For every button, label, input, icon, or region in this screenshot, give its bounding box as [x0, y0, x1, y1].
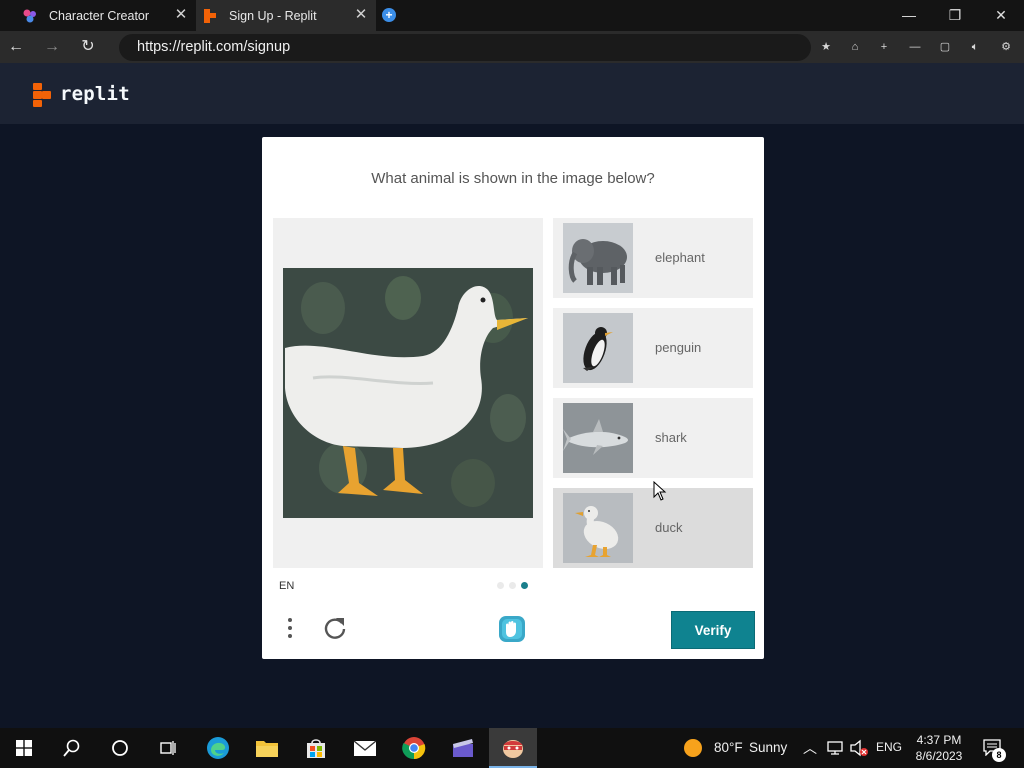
replit-favicon-icon: [204, 8, 216, 23]
search-icon: [63, 739, 80, 757]
tab-title: Sign Up - Replit: [229, 8, 317, 23]
task-view-icon: [160, 741, 176, 755]
page-dot: [497, 582, 504, 589]
action-center[interactable]: 8: [982, 738, 1006, 762]
home-icon[interactable]: ⌂: [847, 39, 863, 55]
edge-icon: [207, 737, 229, 759]
taskbar-store[interactable]: [292, 728, 340, 768]
favorite-star-icon[interactable]: ★: [818, 39, 834, 55]
verify-button[interactable]: Verify: [671, 611, 755, 649]
weather-temp[interactable]: 80°F: [714, 740, 743, 755]
captcha-card: What animal is shown in the image below?: [262, 137, 764, 659]
input-language[interactable]: ENG: [876, 740, 902, 754]
character-face-icon: [503, 740, 523, 758]
back-icon[interactable]: ←: [6, 37, 26, 57]
folder-icon: [256, 741, 278, 757]
show-hidden-icons-icon[interactable]: ︿: [803, 738, 817, 758]
clock-date: 8/6/2023: [915, 749, 963, 763]
volume-muted-icon[interactable]: [849, 739, 869, 757]
weather-condition[interactable]: Sunny: [749, 740, 787, 755]
windows-taskbar: 80°F Sunny ︿ ENG 4:37 PM 8/6/2023 8: [0, 728, 1024, 768]
page-dot: [509, 582, 516, 589]
character-creator-favicon-icon: [23, 9, 36, 22]
page-dot-active: [521, 582, 528, 589]
replit-logo-icon[interactable]: [32, 83, 52, 107]
challenge-image-panel: [273, 218, 543, 568]
weather-sun-icon[interactable]: [683, 738, 703, 758]
cortana-button[interactable]: [96, 728, 144, 768]
challenge-image: [283, 268, 533, 518]
windows-logo-icon: [16, 740, 32, 756]
browser-toolbar: ← → ↻ https://replit.com/signup ★ ⌂ + — …: [0, 31, 1024, 63]
add-icon[interactable]: +: [876, 39, 892, 55]
penguin-icon: [563, 313, 633, 383]
shark-icon: [563, 403, 633, 473]
taskbar-character-creator[interactable]: [489, 728, 537, 768]
taskbar-file-explorer[interactable]: [243, 728, 291, 768]
duck-thumbnail: [563, 493, 633, 563]
reload-icon[interactable]: ↻: [78, 37, 98, 57]
penguin-thumbnail: [563, 313, 633, 383]
mouse-cursor-icon: [653, 481, 667, 501]
option-shark[interactable]: shark: [553, 398, 753, 478]
option-label: shark: [655, 430, 687, 445]
close-tab-icon[interactable]: ✕: [354, 7, 368, 22]
taskbar-mail[interactable]: [341, 728, 389, 768]
page-indicator: [497, 582, 528, 589]
browser-tab-bar: Character Creator ✕ Sign Up - Replit ✕ +…: [0, 0, 1024, 31]
mail-icon: [353, 740, 377, 756]
system-clock[interactable]: 4:37 PM 8/6/2023: [906, 732, 972, 764]
forward-icon[interactable]: →: [42, 37, 62, 57]
hcaptcha-logo-icon[interactable]: [495, 612, 529, 646]
refresh-challenge-icon[interactable]: [322, 615, 348, 641]
restore-icon[interactable]: ❐: [932, 0, 978, 31]
tab-sign-up-replit[interactable]: Sign Up - Replit ✕: [196, 0, 376, 31]
address-bar[interactable]: https://replit.com/signup: [119, 34, 811, 61]
taskbar-video-editor[interactable]: [439, 728, 487, 768]
clock-time: 4:37 PM: [916, 733, 962, 747]
square-icon[interactable]: ▢: [937, 39, 953, 55]
close-tab-icon[interactable]: ✕: [174, 7, 188, 22]
more-options-icon[interactable]: [284, 615, 296, 641]
settings-icon[interactable]: ⚙: [998, 39, 1014, 55]
start-button[interactable]: [0, 728, 48, 768]
duck-image-icon: [283, 268, 533, 518]
tab-character-creator[interactable]: Character Creator ✕: [0, 0, 196, 31]
replit-brand-text[interactable]: replit: [60, 83, 130, 105]
elephant-icon: [563, 223, 633, 293]
shark-thumbnail: [563, 403, 633, 473]
task-view-button[interactable]: [144, 728, 192, 768]
search-button[interactable]: [48, 728, 96, 768]
window-close-icon[interactable]: ✕: [978, 0, 1024, 31]
new-tab-icon[interactable]: +: [382, 8, 396, 22]
option-elephant[interactable]: elephant: [553, 218, 753, 298]
cortana-circle-icon: [112, 740, 128, 756]
option-label: penguin: [655, 340, 702, 355]
replit-header: replit: [0, 63, 1024, 124]
video-clapper-icon: [453, 739, 473, 757]
store-icon: [307, 739, 325, 758]
taskbar-edge[interactable]: [194, 728, 242, 768]
taskbar-chrome[interactable]: [390, 728, 438, 768]
minus-icon[interactable]: —: [907, 39, 923, 55]
option-label: duck: [655, 520, 683, 535]
speaker-icon[interactable]: 🔈︎: [967, 39, 983, 55]
duck-icon: [563, 493, 633, 563]
elephant-thumbnail: [563, 223, 633, 293]
option-penguin[interactable]: penguin: [553, 308, 753, 388]
chrome-icon: [402, 737, 426, 760]
notification-count-badge: 8: [992, 748, 1006, 762]
language-selector[interactable]: EN: [279, 580, 294, 592]
captcha-question: What animal is shown in the image below?: [371, 170, 655, 187]
option-label: elephant: [655, 250, 705, 265]
minimize-icon[interactable]: —: [886, 0, 932, 31]
network-icon[interactable]: [826, 740, 844, 756]
tab-title: Character Creator: [49, 8, 150, 23]
